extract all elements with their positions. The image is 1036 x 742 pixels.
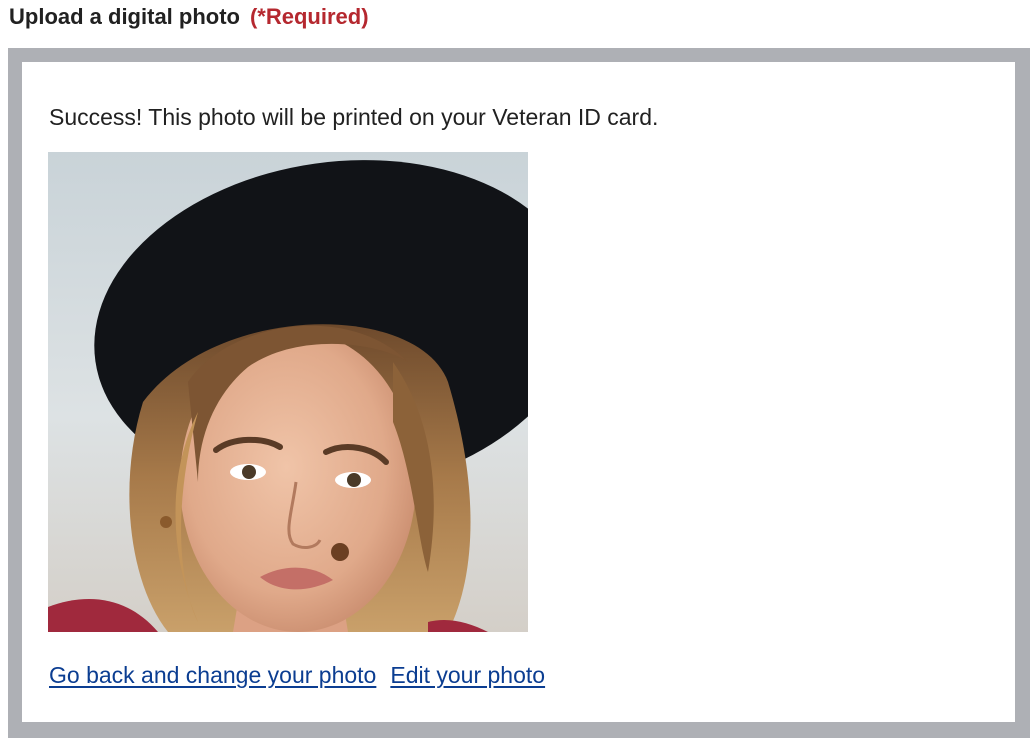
upload-container: Success! This photo will be printed on y… [8, 48, 1030, 738]
required-indicator: (*Required) [249, 4, 369, 29]
edit-photo-link[interactable]: Edit your photo [390, 662, 545, 688]
field-label: Upload a digital photo (*Required) [9, 4, 369, 30]
field-label-text: Upload a digital photo [9, 4, 240, 29]
go-back-change-photo-link[interactable]: Go back and change your photo [49, 662, 376, 688]
upload-panel: Success! This photo will be printed on y… [22, 62, 1015, 722]
uploaded-photo [48, 152, 528, 632]
photo-actions: Go back and change your photo Edit your p… [49, 662, 545, 689]
success-message: Success! This photo will be printed on y… [49, 104, 659, 130]
